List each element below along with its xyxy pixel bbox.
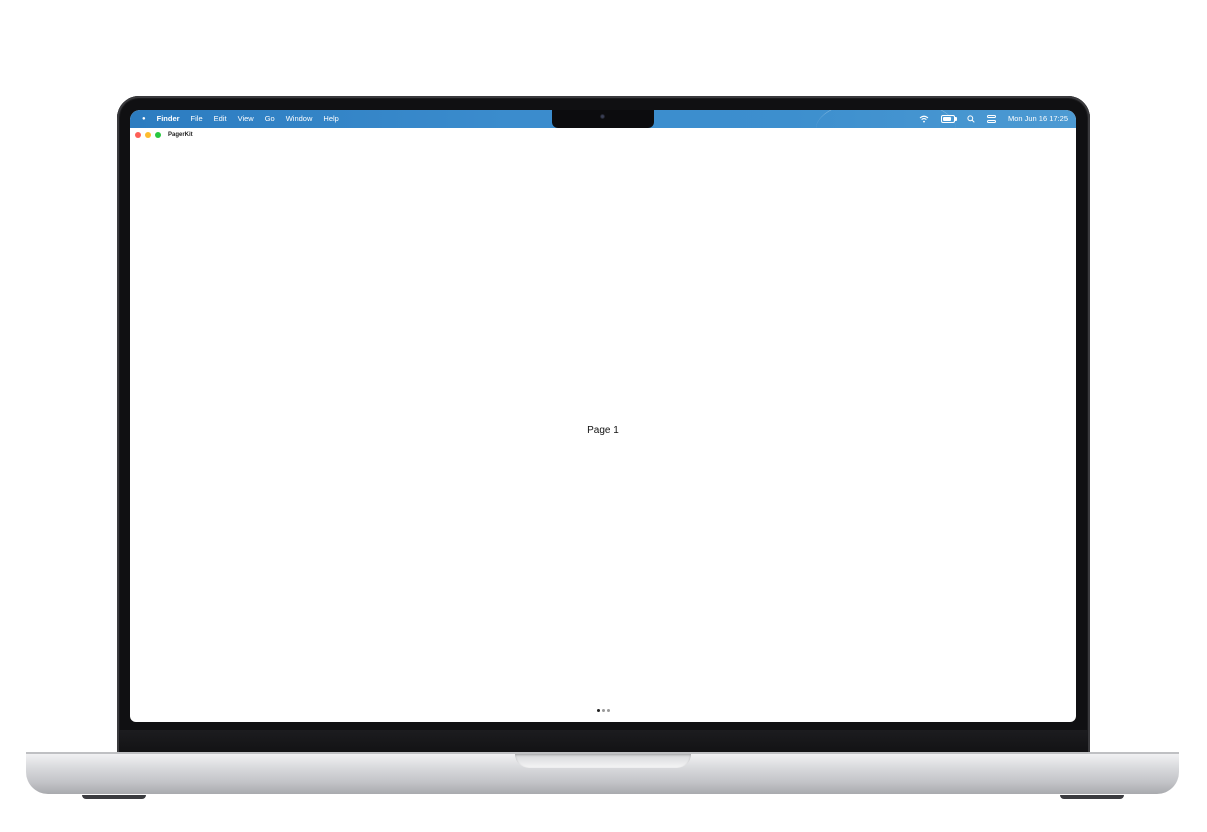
apple-icon[interactable]: ●	[142, 110, 146, 128]
laptop-mockup: ● Finder File Edit View Go Window Help M…	[0, 0, 1207, 832]
page-dot[interactable]	[601, 709, 605, 712]
control-center-icon[interactable]	[986, 114, 996, 124]
page-indicator[interactable]	[130, 709, 1076, 712]
laptop-foot-right	[1060, 795, 1124, 799]
search-icon[interactable]	[967, 115, 975, 123]
menu-clock[interactable]: Mon Jun 16 17:25	[1008, 110, 1068, 128]
zoom-button[interactable]	[155, 132, 161, 138]
menu-window[interactable]: Window	[286, 110, 313, 128]
screen: ● Finder File Edit View Go Window Help M…	[130, 110, 1076, 722]
menu-file[interactable]: File	[191, 110, 203, 128]
camera-icon	[600, 114, 605, 119]
menu-app-name[interactable]: Finder	[157, 110, 180, 128]
window-controls	[130, 132, 161, 138]
menu-go[interactable]: Go	[265, 110, 275, 128]
menu-bar-right: Mon Jun 16 17:25	[919, 110, 1068, 128]
battery-icon[interactable]	[940, 115, 957, 123]
wifi-icon[interactable]	[919, 115, 929, 123]
camera-notch	[552, 110, 654, 128]
menu-help[interactable]: Help	[323, 110, 338, 128]
close-button[interactable]	[135, 132, 141, 138]
menu-view[interactable]: View	[238, 110, 254, 128]
window-title: PagerKit	[168, 132, 193, 138]
laptop-foot-left	[82, 795, 146, 799]
menu-bar-left: ● Finder File Edit View Go Window Help	[130, 110, 339, 128]
window-titlebar: PagerKit	[130, 128, 1076, 142]
laptop-thumb-notch	[515, 754, 691, 768]
page-dot[interactable]	[606, 709, 610, 712]
page-content-label: Page 1	[587, 425, 619, 436]
menu-edit[interactable]: Edit	[214, 110, 227, 128]
minimize-button[interactable]	[145, 132, 151, 138]
page-dot[interactable]	[596, 709, 600, 712]
